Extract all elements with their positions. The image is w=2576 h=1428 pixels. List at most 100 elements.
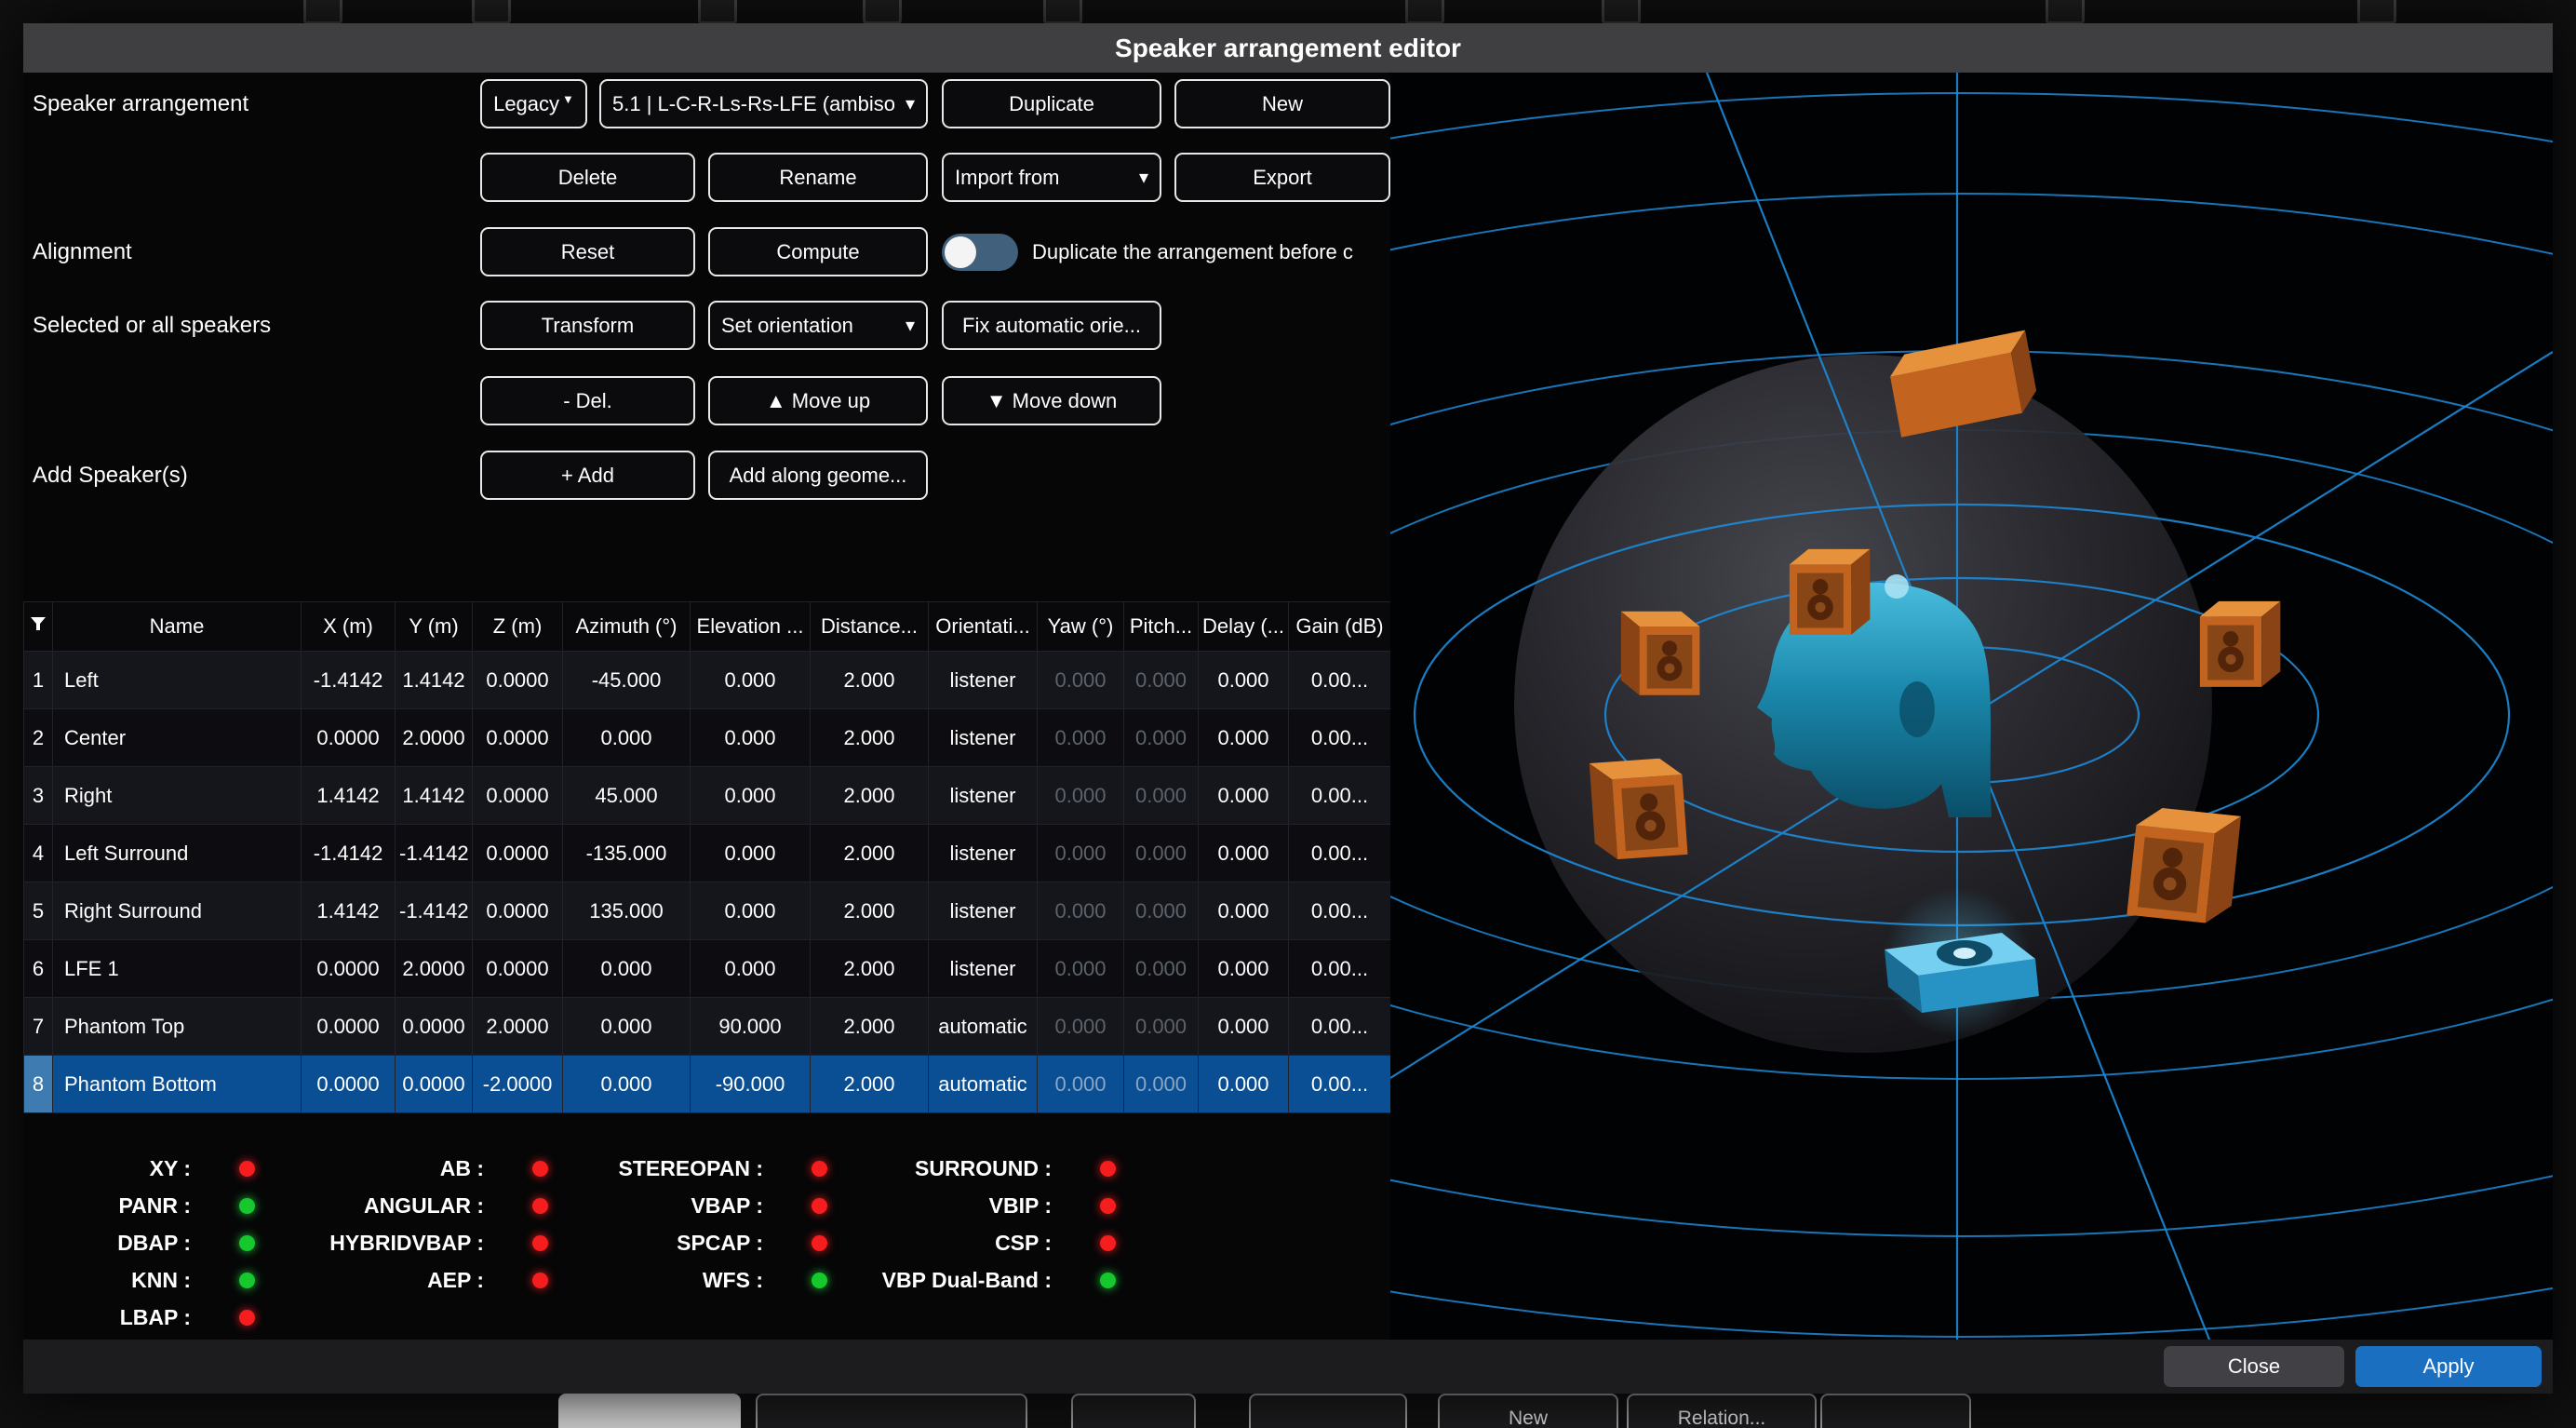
cell-name[interactable]: Phantom Top (53, 998, 302, 1056)
filter-header-cell[interactable] (24, 602, 53, 652)
speaker-3d-center[interactable] (1790, 549, 1870, 635)
cell-name[interactable]: LFE 1 (53, 940, 302, 998)
cell-gain[interactable]: 0.00... (1289, 709, 1391, 767)
cell-y[interactable]: -1.4142 (396, 882, 473, 940)
cell-distance[interactable]: 2.000 (811, 825, 929, 882)
cell-azimuth[interactable]: 0.000 (563, 998, 691, 1056)
cell-yaw[interactable]: 0.000 (1038, 825, 1124, 882)
cell-delay[interactable]: 0.000 (1199, 998, 1289, 1056)
cell-elevation[interactable]: 0.000 (691, 767, 811, 825)
cell-elevation[interactable]: 0.000 (691, 940, 811, 998)
new-button[interactable]: New (1174, 79, 1390, 128)
cell-row-number[interactable]: 1 (24, 652, 53, 709)
cell-y[interactable]: 2.0000 (396, 940, 473, 998)
cell-pitch[interactable]: 0.000 (1124, 998, 1199, 1056)
col-header-orientation[interactable]: Orientati... (929, 602, 1038, 652)
col-header-delay[interactable]: Delay (... (1199, 602, 1289, 652)
cell-gain[interactable]: 0.00... (1289, 998, 1391, 1056)
table-row-selected[interactable]: 8 Phantom Bottom 0.0000 0.0000 -2.0000 0… (24, 1056, 1391, 1113)
cell-delay[interactable]: 0.000 (1199, 882, 1289, 940)
col-header-elevation[interactable]: Elevation ... (691, 602, 811, 652)
cell-orientation[interactable]: automatic (929, 998, 1038, 1056)
cell-gain[interactable]: 0.00... (1289, 882, 1391, 940)
cell-distance[interactable]: 2.000 (811, 709, 929, 767)
cell-elevation[interactable]: 0.000 (691, 652, 811, 709)
cell-pitch[interactable]: 0.000 (1124, 940, 1199, 998)
cell-pitch[interactable]: 0.000 (1124, 825, 1199, 882)
cell-z[interactable]: 0.0000 (473, 882, 563, 940)
move-up-button[interactable]: ▲ Move up (708, 376, 928, 425)
cell-delay[interactable]: 0.000 (1199, 825, 1289, 882)
cell-row-number[interactable]: 6 (24, 940, 53, 998)
cell-y[interactable]: 1.4142 (396, 767, 473, 825)
cell-azimuth[interactable]: 45.000 (563, 767, 691, 825)
cell-z[interactable]: -2.0000 (473, 1056, 563, 1113)
cell-z[interactable]: 2.0000 (473, 998, 563, 1056)
col-header-z[interactable]: Z (m) (473, 602, 563, 652)
cell-distance[interactable]: 2.000 (811, 940, 929, 998)
cell-z[interactable]: 0.0000 (473, 709, 563, 767)
background-button-new[interactable]: New (1438, 1394, 1618, 1428)
cell-azimuth[interactable]: 0.000 (563, 940, 691, 998)
cell-yaw[interactable]: 0.000 (1038, 709, 1124, 767)
cell-yaw[interactable]: 0.000 (1038, 940, 1124, 998)
col-header-pitch[interactable]: Pitch... (1124, 602, 1199, 652)
table-row[interactable]: 6 LFE 1 0.0000 2.0000 0.0000 0.000 0.000… (24, 940, 1391, 998)
cell-elevation[interactable]: 0.000 (691, 709, 811, 767)
cell-row-number[interactable]: 4 (24, 825, 53, 882)
add-speaker-button[interactable]: + Add (480, 451, 695, 500)
cell-name[interactable]: Left Surround (53, 825, 302, 882)
table-row[interactable]: 3 Right 1.4142 1.4142 0.0000 45.000 0.00… (24, 767, 1391, 825)
duplicate-button[interactable]: Duplicate (942, 79, 1161, 128)
close-button[interactable]: Close (2164, 1346, 2344, 1387)
cell-name[interactable]: Phantom Bottom (53, 1056, 302, 1113)
cell-x[interactable]: -1.4142 (302, 652, 396, 709)
cell-gain[interactable]: 0.00... (1289, 1056, 1391, 1113)
cell-distance[interactable]: 2.000 (811, 652, 929, 709)
cell-yaw[interactable]: 0.000 (1038, 1056, 1124, 1113)
add-along-geometry-button[interactable]: Add along geome... (708, 451, 928, 500)
delete-button[interactable]: Delete (480, 153, 695, 202)
arrangement-format-dropdown[interactable]: Legacy ▼ (480, 79, 587, 128)
cell-delay[interactable]: 0.000 (1199, 1056, 1289, 1113)
background-button[interactable] (1071, 1394, 1196, 1428)
background-button[interactable] (558, 1394, 741, 1428)
move-down-button[interactable]: ▼ Move down (942, 376, 1161, 425)
cell-z[interactable]: 0.0000 (473, 767, 563, 825)
cell-y[interactable]: 0.0000 (396, 1056, 473, 1113)
cell-orientation[interactable]: listener (929, 767, 1038, 825)
table-row[interactable]: 5 Right Surround 1.4142 -1.4142 0.0000 1… (24, 882, 1391, 940)
arrangement-preset-dropdown[interactable]: 5.1 | L-C-R-Ls-Rs-LFE (ambiso ▾ (599, 79, 928, 128)
cell-orientation[interactable]: listener (929, 882, 1038, 940)
cell-distance[interactable]: 2.000 (811, 882, 929, 940)
export-button[interactable]: Export (1174, 153, 1390, 202)
cell-y[interactable]: 0.0000 (396, 998, 473, 1056)
cell-x[interactable]: 0.0000 (302, 709, 396, 767)
duplicate-before-compute-toggle[interactable] (942, 234, 1018, 271)
cell-elevation[interactable]: -90.000 (691, 1056, 811, 1113)
cell-z[interactable]: 0.0000 (473, 825, 563, 882)
cell-x[interactable]: 1.4142 (302, 767, 396, 825)
cell-delay[interactable]: 0.000 (1199, 652, 1289, 709)
cell-y[interactable]: 2.0000 (396, 709, 473, 767)
cell-x[interactable]: 0.0000 (302, 998, 396, 1056)
cell-azimuth[interactable]: 0.000 (563, 1056, 691, 1113)
cell-distance[interactable]: 2.000 (811, 767, 929, 825)
cell-name[interactable]: Right Surround (53, 882, 302, 940)
cell-pitch[interactable]: 0.000 (1124, 882, 1199, 940)
cell-pitch[interactable]: 0.000 (1124, 1056, 1199, 1113)
cell-azimuth[interactable]: 0.000 (563, 709, 691, 767)
compute-button[interactable]: Compute (708, 227, 928, 276)
cell-x[interactable]: 0.0000 (302, 940, 396, 998)
cell-row-number[interactable]: 2 (24, 709, 53, 767)
cell-pitch[interactable]: 0.000 (1124, 767, 1199, 825)
cell-azimuth[interactable]: 135.000 (563, 882, 691, 940)
background-button[interactable] (1820, 1394, 1971, 1428)
table-row[interactable]: 7 Phantom Top 0.0000 0.0000 2.0000 0.000… (24, 998, 1391, 1056)
cell-gain[interactable]: 0.00... (1289, 652, 1391, 709)
cell-name[interactable]: Center (53, 709, 302, 767)
fix-automatic-orientation-button[interactable]: Fix automatic orie... (942, 301, 1161, 350)
background-button[interactable] (756, 1394, 1027, 1428)
cell-orientation[interactable]: listener (929, 652, 1038, 709)
cell-orientation[interactable]: listener (929, 709, 1038, 767)
